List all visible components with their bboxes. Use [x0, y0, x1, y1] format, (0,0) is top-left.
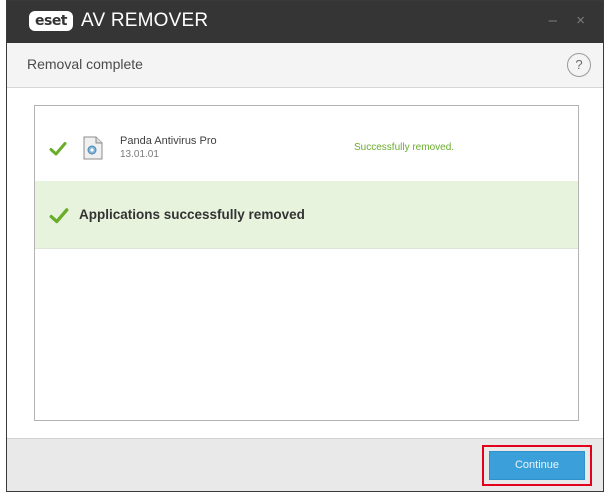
list-item: Panda Antivirus Pro 13.01.01 Successfull… — [35, 106, 578, 181]
eset-logo: eset — [29, 11, 73, 31]
success-banner: Applications successfully removed — [35, 181, 578, 249]
removal-status: Successfully removed. — [354, 142, 455, 153]
app-version: 13.01.01 — [120, 149, 159, 160]
minimize-button[interactable]: – — [549, 11, 557, 31]
check-icon — [49, 142, 67, 156]
success-message: Applications successfully removed — [79, 207, 305, 222]
app-window: eset AV REMOVER – × Removal complete ? P… — [6, 0, 604, 492]
title-bar[interactable]: eset AV REMOVER – × — [7, 1, 603, 43]
footer-bar: Continue — [7, 438, 603, 491]
page-title: Removal complete — [27, 56, 143, 72]
check-icon — [49, 208, 69, 224]
app-name: Panda Antivirus Pro — [120, 135, 217, 147]
continue-button[interactable]: Continue — [489, 451, 585, 480]
close-button[interactable]: × — [576, 11, 585, 31]
results-list: Panda Antivirus Pro 13.01.01 Successfull… — [34, 105, 579, 421]
page-header: Removal complete ? — [7, 43, 603, 88]
help-button[interactable]: ? — [567, 53, 591, 77]
main-content: Panda Antivirus Pro 13.01.01 Successfull… — [7, 88, 603, 438]
app-title: AV REMOVER — [81, 10, 209, 31]
file-icon — [83, 136, 103, 160]
